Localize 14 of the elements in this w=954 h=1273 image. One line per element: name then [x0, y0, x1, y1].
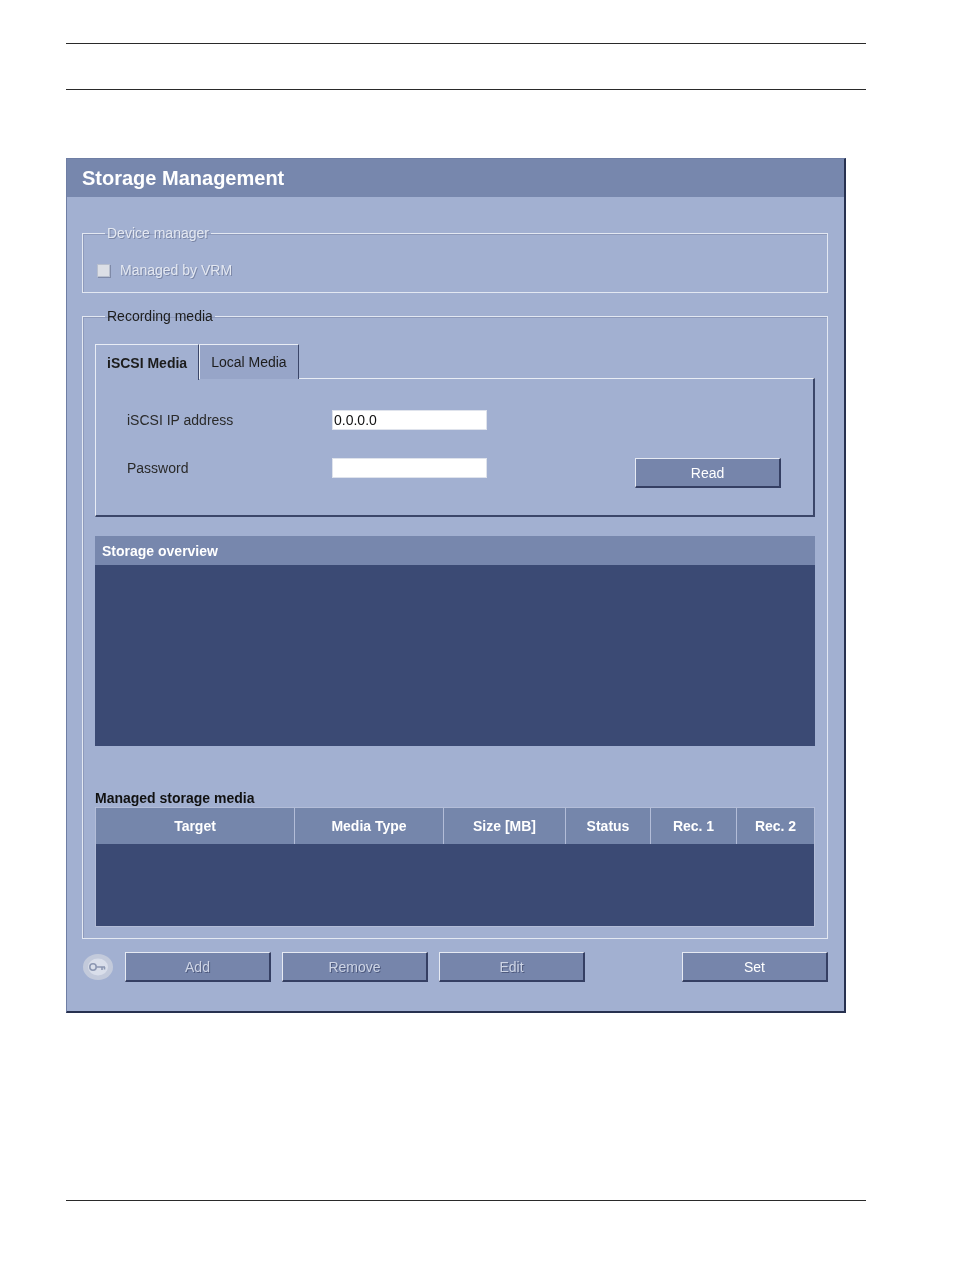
input-field[interactable]: 0.0.0.0	[332, 410, 487, 430]
field-label: Password	[127, 459, 190, 478]
field-label: iSCSI IP address	[127, 411, 235, 430]
group-legend: Recording media	[105, 308, 215, 324]
set-button[interactable]: Set	[682, 952, 828, 982]
window-title: Storage Management	[82, 166, 285, 190]
tab[interactable]: iSCSI Media	[95, 344, 200, 380]
read-button[interactable]: Read	[635, 458, 781, 488]
input-field[interactable]	[332, 458, 487, 478]
group-legend: Device manager	[105, 225, 211, 241]
column-header[interactable]: Rec. 2	[737, 808, 814, 844]
section-header: Storage overview	[95, 536, 815, 565]
tab[interactable]: Local Media	[199, 344, 299, 379]
table-title: Managed storage media	[95, 790, 256, 806]
